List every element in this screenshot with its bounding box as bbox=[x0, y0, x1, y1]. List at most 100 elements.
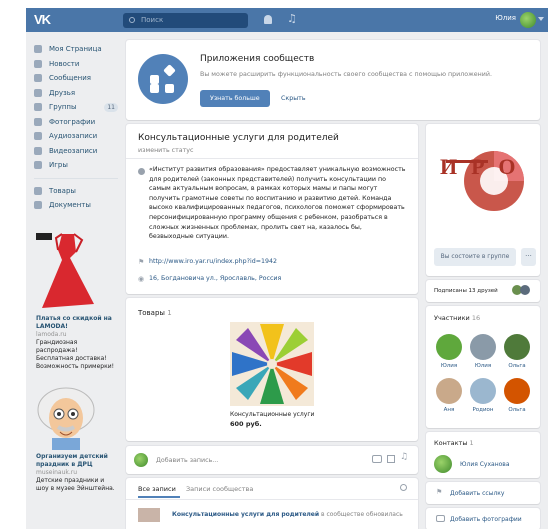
composer-input[interactable]: Добавить запись... bbox=[156, 457, 218, 464]
members-header[interactable]: Участники 16 bbox=[434, 314, 480, 322]
iro-logo bbox=[440, 138, 526, 224]
members-card: Участники 16 Юлия Юлия Ольга Аня Родион … bbox=[426, 306, 540, 428]
member-photo bbox=[470, 334, 496, 360]
nav-label: Аудиозаписи bbox=[49, 132, 98, 141]
member[interactable]: Юлия bbox=[468, 334, 498, 369]
link-icon: ⚑ bbox=[138, 258, 145, 266]
goods-count: 1 bbox=[167, 309, 172, 317]
contact-name[interactable]: Юлия Суханова bbox=[460, 461, 510, 468]
add-photos[interactable]: Добавить фотографии bbox=[450, 516, 522, 523]
member-name: Ольга bbox=[508, 407, 526, 413]
group-description: «Институт развития образования» предоста… bbox=[149, 166, 406, 241]
member-photo bbox=[470, 378, 496, 404]
change-status-link[interactable]: изменить статус bbox=[138, 147, 194, 154]
post-thumb bbox=[138, 508, 160, 522]
side-nav: Моя Страница Новости Сообщения Друзья Гр… bbox=[34, 42, 118, 213]
members-count: 16 bbox=[471, 314, 481, 322]
nav-item-messages[interactable]: Сообщения bbox=[34, 71, 118, 86]
nav-item-docs[interactable]: Документы bbox=[34, 198, 118, 213]
nav-item-audio[interactable]: Аудиозаписи bbox=[34, 129, 118, 144]
composer-avatar bbox=[134, 453, 148, 467]
nav-item-my-page[interactable]: Моя Страница bbox=[34, 42, 118, 57]
message-icon bbox=[34, 74, 42, 83]
group-website-link[interactable]: http://www.iro.yar.ru/index.php?id=1942 bbox=[149, 258, 277, 265]
member[interactable]: Родион bbox=[468, 378, 498, 413]
video-icon bbox=[34, 146, 42, 155]
tab-community-posts[interactable]: Записи сообщества bbox=[186, 485, 253, 493]
subscribed-friends: Подписаны 13 друзей bbox=[434, 288, 498, 294]
ad-title[interactable]: Платья со скидкой на LAMODA! bbox=[36, 315, 116, 331]
goods-header[interactable]: Товары 1 bbox=[138, 309, 172, 317]
camera-icon bbox=[436, 515, 445, 522]
membership-button[interactable]: Вы состоите в группе bbox=[434, 248, 516, 266]
nav-item-goods[interactable]: Товары bbox=[34, 184, 118, 199]
music-icon[interactable]: ♫ bbox=[287, 12, 297, 25]
user-avatar[interactable] bbox=[520, 12, 536, 28]
search-icon bbox=[129, 17, 135, 23]
contact-avatar[interactable] bbox=[434, 455, 452, 473]
nav-item-news[interactable]: Новости bbox=[34, 57, 118, 72]
chevron-down-icon[interactable] bbox=[538, 17, 544, 21]
member-name: Ольга bbox=[508, 363, 526, 369]
member-name: Родион bbox=[472, 407, 494, 413]
user-name[interactable]: Юлия bbox=[495, 14, 516, 22]
post-action: в сообществе обновилась bbox=[321, 511, 403, 518]
search-icon[interactable] bbox=[400, 484, 407, 491]
music-icon[interactable]: ♫ bbox=[400, 452, 408, 462]
nav-label: Группы bbox=[49, 103, 77, 112]
group-address-link[interactable]: 16, Богдановича ул., Ярославль, Россия bbox=[149, 275, 281, 282]
goods-card: Товары 1 Консультационные услуги 600 руб… bbox=[126, 298, 418, 441]
nav-label: Видеозаписи bbox=[49, 146, 98, 155]
member[interactable]: Ольга bbox=[502, 334, 532, 369]
member-name: Аня bbox=[443, 407, 455, 413]
member-photo bbox=[436, 334, 462, 360]
more-options-button[interactable]: ··· bbox=[521, 248, 536, 266]
video-icon[interactable] bbox=[387, 455, 395, 463]
goods-item-image[interactable] bbox=[230, 322, 314, 406]
tab-all-posts[interactable]: Все записи bbox=[138, 485, 176, 493]
post-header: Консультационные услуги для родителей в … bbox=[172, 511, 403, 518]
top-bar: VK Поиск ♫ Юлия bbox=[26, 8, 548, 32]
member-name: Юлия bbox=[474, 363, 492, 369]
member[interactable]: Юлия bbox=[434, 334, 464, 369]
logo-text: ИРО bbox=[440, 154, 530, 179]
ad-lamoda[interactable]: Платья со скидкой на LAMODA! lamoda.ru Г… bbox=[36, 230, 116, 371]
nav-label: Товары bbox=[49, 186, 76, 195]
nav-item-games[interactable]: Игры bbox=[34, 158, 118, 173]
vk-logo[interactable]: VK bbox=[34, 12, 56, 28]
add-link[interactable]: Добавить ссылку bbox=[450, 490, 504, 497]
member[interactable]: Аня bbox=[434, 378, 464, 413]
friends-subscribed-card[interactable]: Подписаны 13 друзей bbox=[426, 280, 540, 302]
groups-badge: 11 bbox=[104, 102, 118, 112]
camera-icon[interactable] bbox=[372, 455, 382, 463]
nav-label: Новости bbox=[49, 59, 80, 68]
nav-item-groups[interactable]: Группы 11 bbox=[34, 100, 118, 115]
info-icon bbox=[138, 168, 145, 175]
ad-domain: museinauk.ru bbox=[36, 469, 78, 476]
document-icon bbox=[34, 201, 42, 210]
add-photos-card[interactable]: Добавить фотографии bbox=[426, 508, 540, 529]
ad-museum[interactable]: Организуем детский праздник в ДРЦ musein… bbox=[36, 380, 116, 493]
link-icon: ⚑ bbox=[436, 488, 443, 496]
member-photo bbox=[436, 378, 462, 404]
member-photo bbox=[504, 378, 530, 404]
nav-item-photos[interactable]: Фотографии bbox=[34, 115, 118, 130]
nav-label: Сообщения bbox=[49, 74, 92, 83]
location-icon: ◉ bbox=[138, 275, 145, 283]
ad-title[interactable]: Организуем детский праздник в ДРЦ bbox=[36, 453, 116, 469]
search-input[interactable]: Поиск bbox=[123, 13, 248, 28]
red-dress-image bbox=[36, 233, 94, 308]
group-cover-card: ИРО Вы состоите в группе ··· bbox=[426, 124, 540, 276]
post-author-link[interactable]: Консультационные услуги для родителей bbox=[172, 511, 319, 518]
bell-icon[interactable] bbox=[264, 15, 272, 24]
hide-link[interactable]: Скрыть bbox=[281, 95, 306, 102]
contacts-header[interactable]: Контакты 1 bbox=[434, 439, 474, 447]
member[interactable]: Ольга bbox=[502, 378, 532, 413]
goods-item-name[interactable]: Консультационные услуги bbox=[230, 411, 314, 418]
add-link-card[interactable]: ⚑ Добавить ссылку bbox=[426, 482, 540, 504]
contacts-title: Контакты bbox=[434, 439, 468, 447]
nav-item-video[interactable]: Видеозаписи bbox=[34, 144, 118, 159]
learn-more-button[interactable]: Узнать больше bbox=[200, 90, 270, 107]
nav-label: Игры bbox=[49, 161, 68, 170]
nav-item-friends[interactable]: Друзья bbox=[34, 86, 118, 101]
